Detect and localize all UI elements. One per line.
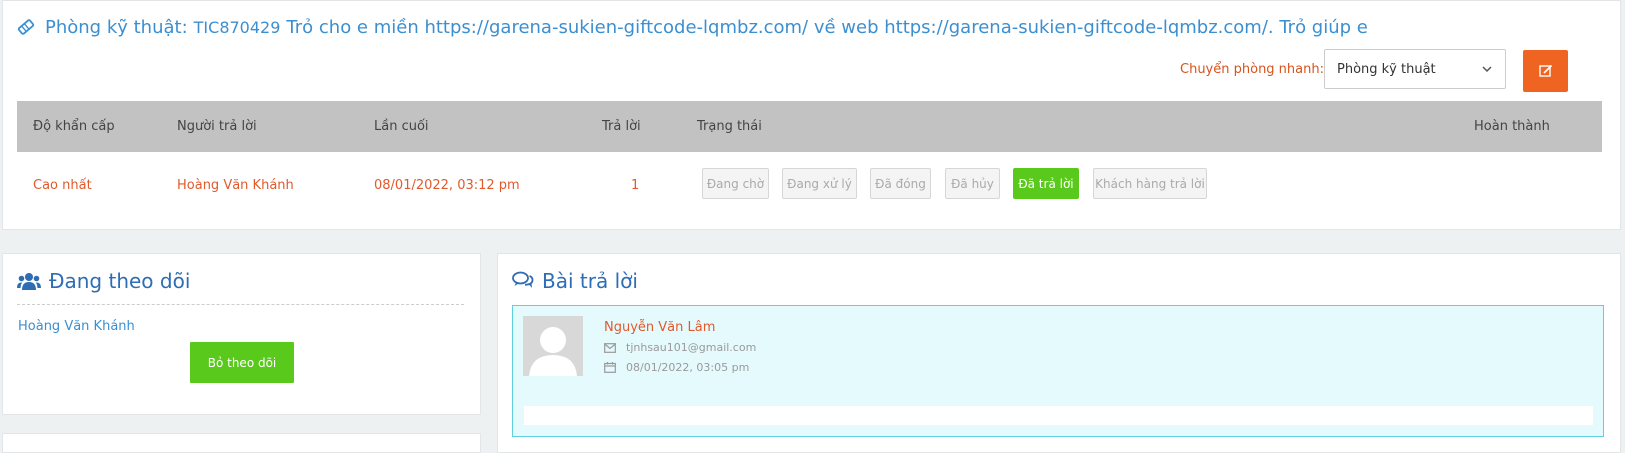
status-customer-replied-button[interactable]: Khách hàng trả lời: [1093, 168, 1207, 199]
edit-ticket-button[interactable]: [1523, 50, 1568, 92]
replies-title-text: Bài trả lời: [542, 269, 638, 293]
ticket-title: Phòng kỹ thuật: TIC870429 Trỏ cho e miền…: [17, 14, 1368, 40]
calendar-icon: [604, 362, 616, 373]
department-select-value: Phòng kỹ thuật: [1337, 61, 1436, 77]
following-title-text: Đang theo dõi: [49, 269, 191, 293]
replies-count: 1: [631, 178, 640, 193]
col-replies: Trả lời: [602, 119, 641, 134]
ticket-code: TIC870429: [193, 17, 281, 37]
department-select[interactable]: Phòng kỹ thuật: [1324, 49, 1506, 89]
status-closed-button[interactable]: Đã đóng: [870, 168, 931, 199]
reply-email: tjnhsau101@gmail.com: [626, 341, 757, 354]
status-cancelled-button[interactable]: Đã hủy: [945, 168, 1000, 199]
responder-value: Hoàng Văn Khánh: [177, 178, 294, 193]
col-status: Trạng thái: [697, 119, 762, 134]
users-icon: [17, 273, 41, 290]
col-last: Lần cuối: [374, 119, 429, 134]
reply-email-row: tjnhsau101@gmail.com: [604, 341, 756, 354]
comments-icon: [512, 271, 534, 288]
reply-author: Nguyễn Văn Lâm: [604, 320, 716, 335]
ticket-subject: Trỏ cho e miền https://garena-sukien-gif…: [286, 16, 1368, 38]
reply-date-row: 08/01/2022, 03:05 pm: [604, 361, 749, 374]
avatar: [523, 316, 583, 376]
ticket-table-header: Độ khẩn cấp Người trả lời Lần cuối Trả l…: [17, 101, 1602, 152]
unfollow-button[interactable]: Bỏ theo dõi: [190, 342, 294, 383]
status-pending-button[interactable]: Đang chờ: [702, 168, 769, 199]
user-avatar-icon: [523, 316, 583, 376]
quick-move-label: Chuyển phòng nhanh:: [1180, 62, 1324, 77]
follower-link[interactable]: Hoàng Văn Khánh: [18, 319, 135, 334]
tag-icon: [17, 19, 35, 35]
envelope-icon: [604, 342, 616, 353]
status-answered-button[interactable]: Đã trả lời: [1013, 168, 1079, 199]
col-responder: Người trả lời: [177, 119, 257, 134]
lower-panel: [2, 433, 481, 453]
reply-date: 08/01/2022, 03:05 pm: [626, 361, 750, 374]
last-time-value: 08/01/2022, 03:12 pm: [374, 178, 520, 193]
priority-value: Cao nhất: [33, 178, 92, 193]
edit-icon: [1538, 64, 1552, 77]
replies-title: Bài trả lời: [512, 269, 638, 293]
col-priority: Độ khẩn cấp: [33, 119, 115, 134]
following-title: Đang theo dõi: [17, 269, 190, 293]
status-processing-button[interactable]: Đang xử lý: [782, 168, 857, 199]
chevron-down-icon: [1482, 66, 1492, 73]
divider: [17, 304, 464, 305]
col-done: Hoàn thành: [1474, 119, 1550, 134]
department-label: Phòng kỹ thuật:: [45, 16, 188, 38]
reply-content: [524, 406, 1593, 425]
